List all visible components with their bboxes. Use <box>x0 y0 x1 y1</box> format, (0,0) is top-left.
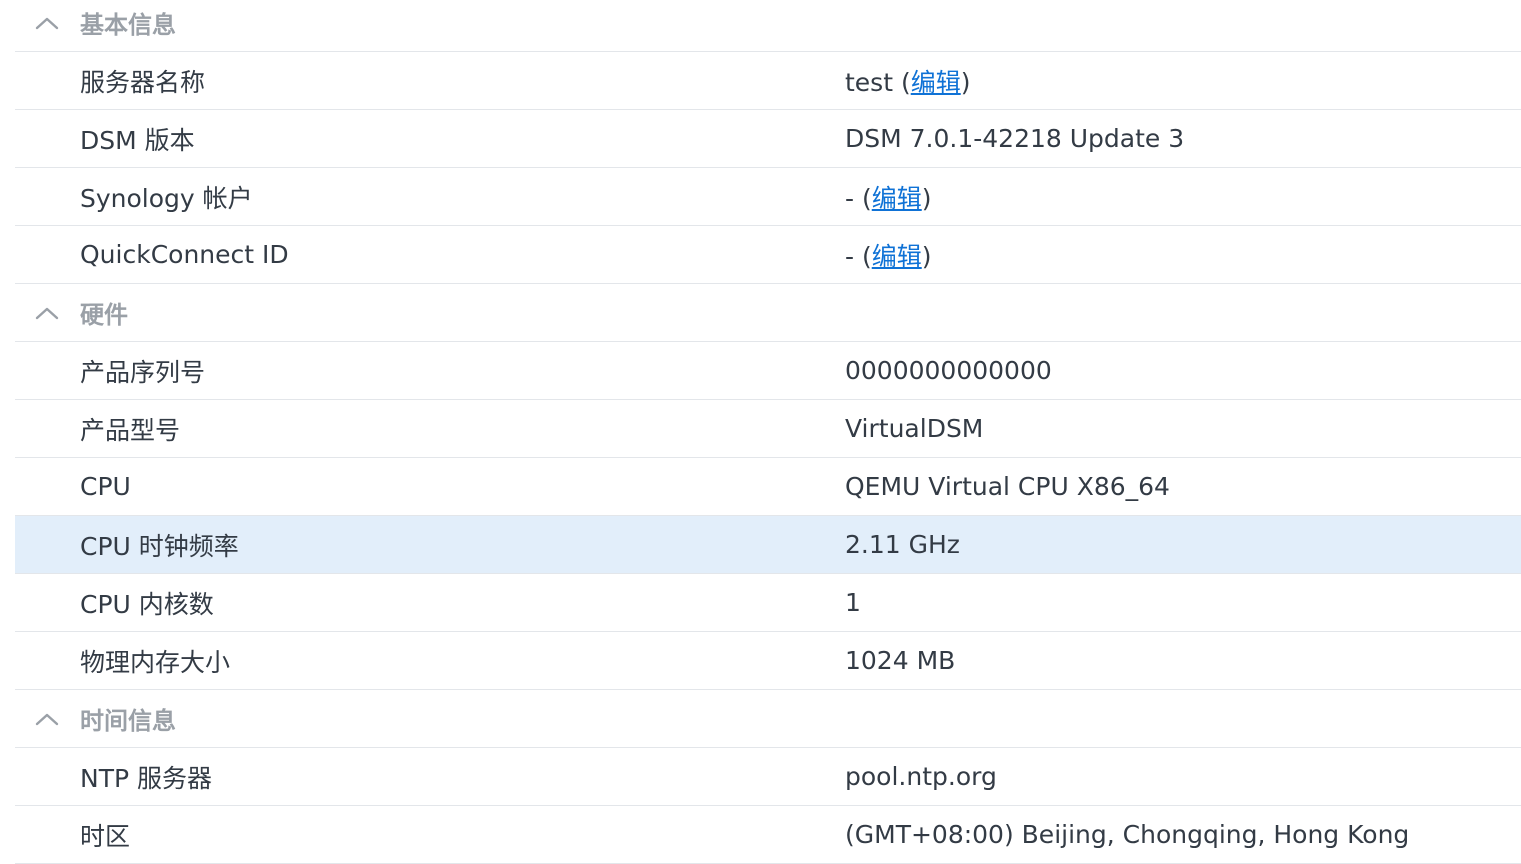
section-title: 基本信息 <box>80 11 176 39</box>
ntp-server-value: pool.ntp.org <box>845 762 997 791</box>
row-synology-account[interactable]: Synology 帐户 - (编辑) <box>15 168 1521 226</box>
model-label: 产品型号 <box>80 415 181 445</box>
info-panel: 基本信息 服务器名称 test (编辑) DSM 版本 DSM 7.0.1-42… <box>15 0 1521 864</box>
row-model[interactable]: 产品型号 VirtualDSM <box>15 400 1521 458</box>
row-cpu[interactable]: CPU QEMU Virtual CPU X86_64 <box>15 458 1521 516</box>
section-title: 硬件 <box>80 301 128 329</box>
edit-quickconnect-id-link[interactable]: 编辑 <box>872 242 922 271</box>
section-header-hardware[interactable]: 硬件 <box>15 284 1521 342</box>
cpu-clock-value: 2.11 GHz <box>845 530 960 559</box>
ntp-server-label: NTP 服务器 <box>80 763 212 793</box>
quickconnect-id-value: - (编辑) <box>845 241 932 271</box>
serial-number-label: 产品序列号 <box>80 357 206 387</box>
synology-account-value: - (编辑) <box>845 183 932 213</box>
synology-account-text: - <box>845 183 855 213</box>
model-value: VirtualDSM <box>845 414 984 443</box>
edit-server-name-link[interactable]: 编辑 <box>911 68 961 97</box>
synology-account-label: Synology 帐户 <box>80 183 253 213</box>
chevron-up-icon[interactable] <box>35 707 59 731</box>
quickconnect-id-text: - <box>845 241 855 271</box>
row-server-name[interactable]: 服务器名称 test (编辑) <box>15 52 1521 110</box>
cpu-cores-value: 1 <box>845 588 861 617</box>
cpu-clock-label: CPU 时钟频率 <box>80 531 239 561</box>
row-ntp-server[interactable]: NTP 服务器 pool.ntp.org <box>15 748 1521 806</box>
serial-number-value: 0000000000000 <box>845 356 1052 385</box>
cpu-cores-label: CPU 内核数 <box>80 589 214 619</box>
cpu-label: CPU <box>80 472 131 501</box>
timezone-value: (GMT+08:00) Beijing, Chongqing, Hong Kon… <box>845 820 1410 849</box>
server-name-text: test <box>845 67 894 97</box>
memory-value: 1024 MB <box>845 646 956 675</box>
row-quickconnect-id[interactable]: QuickConnect ID - (编辑) <box>15 226 1521 284</box>
chevron-up-icon[interactable] <box>35 301 59 325</box>
row-dsm-version[interactable]: DSM 版本 DSM 7.0.1-42218 Update 3 <box>15 110 1521 168</box>
dsm-version-value: DSM 7.0.1-42218 Update 3 <box>845 124 1185 153</box>
section-title: 时间信息 <box>80 707 176 735</box>
memory-label: 物理内存大小 <box>80 647 231 677</box>
section-header-time[interactable]: 时间信息 <box>15 690 1521 748</box>
row-timezone[interactable]: 时区 (GMT+08:00) Beijing, Chongqing, Hong … <box>15 806 1521 864</box>
row-cpu-clock[interactable]: CPU 时钟频率 2.11 GHz <box>15 516 1521 574</box>
section-header-basic[interactable]: 基本信息 <box>15 0 1521 52</box>
chevron-up-icon[interactable] <box>35 11 59 35</box>
dsm-version-label: DSM 版本 <box>80 125 195 155</box>
edit-synology-account-link[interactable]: 编辑 <box>872 184 922 213</box>
row-cpu-cores[interactable]: CPU 内核数 1 <box>15 574 1521 632</box>
row-serial-number[interactable]: 产品序列号 0000000000000 <box>15 342 1521 400</box>
server-name-label: 服务器名称 <box>80 67 206 97</box>
server-name-value: test (编辑) <box>845 67 971 97</box>
timezone-label: 时区 <box>80 821 131 851</box>
quickconnect-id-label: QuickConnect ID <box>80 240 289 269</box>
cpu-value: QEMU Virtual CPU X86_64 <box>845 472 1170 501</box>
row-memory[interactable]: 物理内存大小 1024 MB <box>15 632 1521 690</box>
